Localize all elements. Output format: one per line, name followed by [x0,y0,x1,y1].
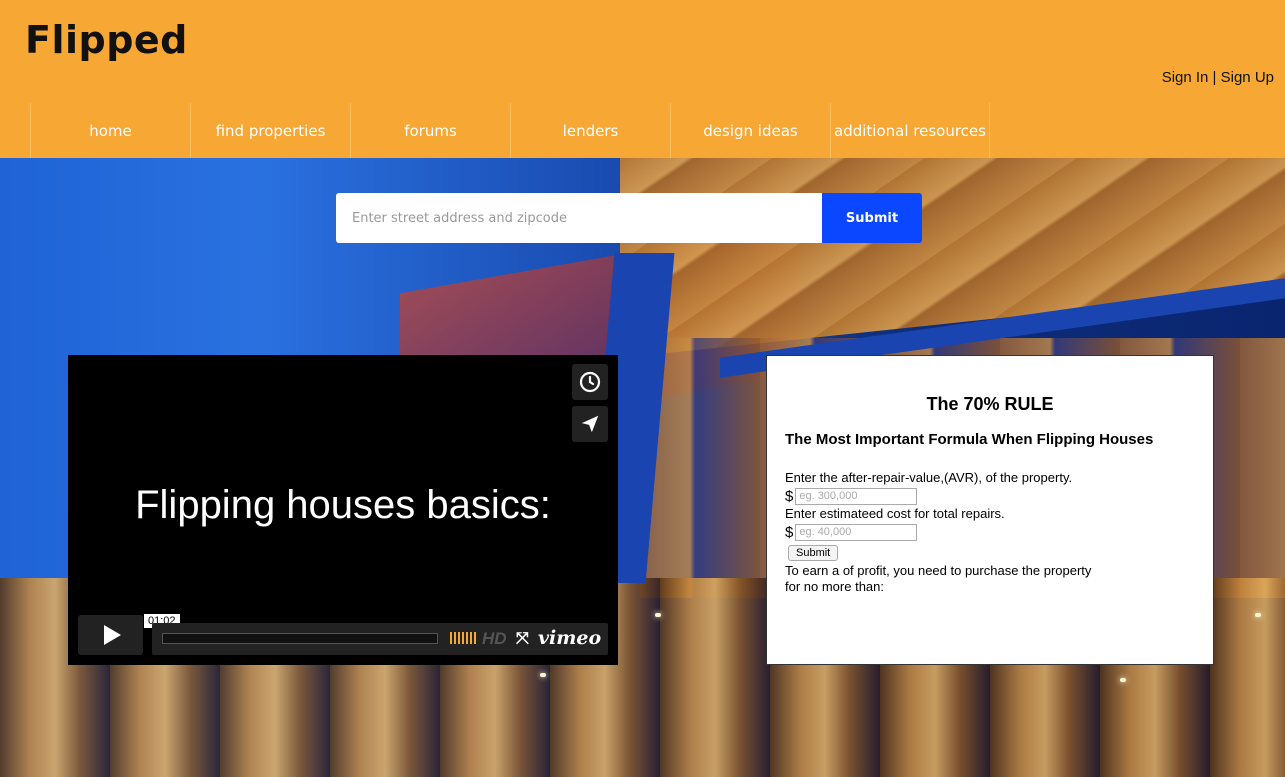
share-button[interactable] [572,406,608,442]
volume-control[interactable] [450,632,476,644]
calculator-subtitle: The Most Important Formula When Flipping… [785,431,1154,448]
auth-links: Sign In | Sign Up [1162,69,1274,86]
play-icon [104,625,121,645]
repairs-label: Enter estimateed cost for total repairs. [785,506,1005,521]
address-search-input[interactable] [336,193,822,243]
vimeo-logo[interactable]: vimeo [538,627,601,649]
calculate-submit-button[interactable]: Submit [788,545,839,561]
hero-light [540,673,546,677]
repairs-input[interactable] [795,523,918,541]
arv-label: Enter the after-repair-value,(AVR), of t… [785,470,1073,485]
arv-row: $ [785,486,1195,506]
fullscreen-icon[interactable]: ⤧ [516,630,529,648]
hero-light [1255,613,1261,617]
nav-item-lenders[interactable]: lenders [510,103,670,158]
result-line-1: To earn a of profit, you need to purchas… [785,563,1092,578]
repairs-row: $ [785,522,1195,542]
play-button[interactable] [78,615,143,655]
search-submit-button[interactable]: Submit [822,193,922,243]
hero-light [1120,678,1126,682]
video-progress-track[interactable] [162,633,438,644]
site-logo[interactable]: Flipped [25,18,188,62]
currency-symbol: $ [785,487,794,505]
sign-in-link[interactable]: Sign In [1162,69,1209,86]
watch-later-button[interactable] [572,364,608,400]
nav-item-home[interactable]: home [30,103,190,158]
nav-item-design-ideas[interactable]: design ideas [670,103,830,158]
video-player[interactable]: Flipping houses basics: 01:02 HD ⤧ vimeo [68,355,618,665]
calculator-title: The 70% RULE [926,394,1054,414]
hero-light [655,613,661,617]
main-nav: home find properties forums lenders desi… [30,103,990,158]
arv-input[interactable] [795,487,918,505]
nav-item-additional-resources[interactable]: additional resources [830,103,990,158]
video-control-bar: HD ⤧ vimeo [152,623,608,655]
video-title: Flipping houses basics: [135,483,551,527]
hd-toggle[interactable]: HD [482,629,507,649]
auth-separator: | [1208,69,1221,86]
site-header: Flipped Sign In | Sign Up home find prop… [0,0,1285,158]
result-line-2: for no more than: [785,579,884,594]
currency-symbol: $ [785,523,794,541]
seventy-percent-calculator: The 70% RULE The Most Important Formula … [766,355,1214,665]
send-icon [581,415,599,433]
clock-icon [579,371,601,393]
address-search-form: Submit [336,193,922,243]
sign-up-link[interactable]: Sign Up [1221,69,1274,86]
nav-item-forums[interactable]: forums [350,103,510,158]
nav-item-find-properties[interactable]: find properties [190,103,350,158]
